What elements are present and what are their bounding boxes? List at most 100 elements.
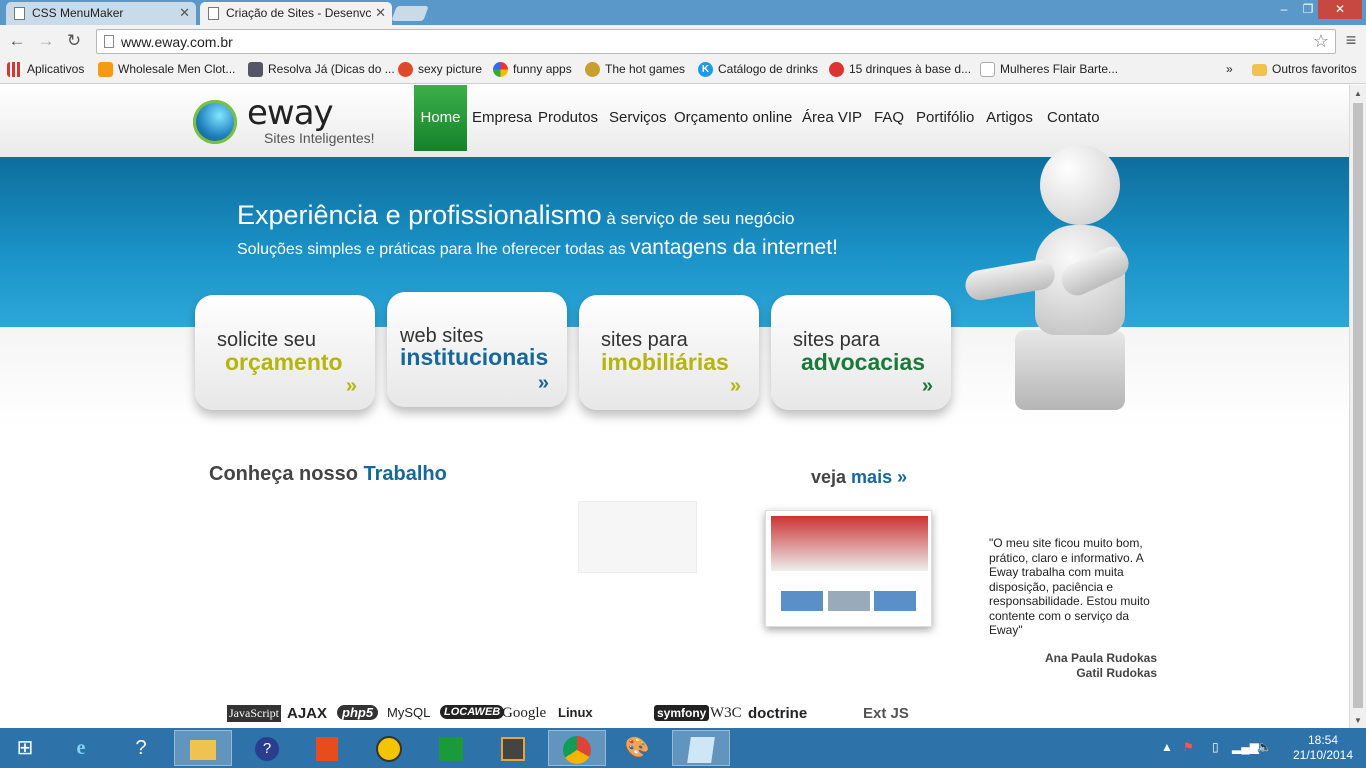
bookmarks-bar: Aplicativos Wholesale Men Clot... Resolv… bbox=[0, 58, 1366, 84]
bookmark-resolva[interactable]: Resolva Já (Dicas do ... bbox=[248, 62, 395, 77]
globe-app-icon[interactable] bbox=[360, 730, 418, 766]
bookmark-funny-apps[interactable]: funny apps bbox=[493, 62, 572, 77]
action-center-icon[interactable]: ⚑ bbox=[1183, 740, 1194, 754]
bookmark-apps[interactable]: Aplicativos bbox=[7, 62, 84, 77]
nav-empresa[interactable]: Empresa bbox=[472, 85, 532, 151]
bookmarks-overflow[interactable]: » bbox=[1208, 62, 1233, 76]
ajax-logo: AJAX bbox=[287, 705, 328, 722]
paint-icon[interactable]: 🎨 bbox=[608, 730, 666, 766]
scrollbar-thumb[interactable] bbox=[1353, 103, 1363, 708]
locaweb-logo: LOCAWEB bbox=[440, 705, 505, 719]
bookmark-label: Mulheres Flair Barte... bbox=[1000, 62, 1119, 76]
reload-icon[interactable]: ↻ bbox=[63, 30, 85, 52]
box-line2: institucionais bbox=[400, 344, 549, 370]
new-tab-button[interactable] bbox=[391, 6, 429, 21]
back-arrow-icon[interactable]: ← bbox=[6, 30, 28, 52]
sublime-text-icon[interactable] bbox=[484, 730, 542, 766]
apps-grid-icon bbox=[7, 62, 22, 77]
notes-icon[interactable] bbox=[672, 730, 730, 766]
page-icon bbox=[14, 7, 25, 20]
nav-produtos[interactable]: Produtos bbox=[538, 85, 598, 151]
url-text[interactable]: www.eway.com.br bbox=[121, 34, 233, 50]
address-bar[interactable]: www.eway.com.br ☆ bbox=[96, 29, 1336, 54]
forward-arrow-icon[interactable]: → bbox=[35, 30, 57, 52]
tray-expand-icon[interactable]: ▲ bbox=[1161, 740, 1173, 754]
tab-eway[interactable]: Criação de Sites - Desenvc ✕ bbox=[200, 2, 392, 25]
help-app-icon[interactable]: ? bbox=[238, 730, 296, 766]
bookmark-label: Wholesale Men Clot... bbox=[118, 62, 236, 76]
bookmark-15-drinques[interactable]: 15 drinques à base d... bbox=[829, 62, 972, 77]
box-web-sites-institucionais[interactable]: web sites institucionais » bbox=[387, 292, 567, 407]
bookmark-outros-favoritos[interactable]: Outros favoritos bbox=[1252, 62, 1357, 76]
double-arrow-icon: » bbox=[345, 375, 357, 397]
veja-mais-emph: mais bbox=[851, 467, 893, 487]
chrome-icon[interactable] bbox=[548, 730, 606, 766]
portfolio-thumbnail[interactable] bbox=[765, 510, 932, 627]
file-explorer-icon[interactable] bbox=[174, 730, 232, 766]
bookmark-sexy-picture[interactable]: sexy picture bbox=[398, 62, 482, 77]
scroll-up-icon[interactable]: ▲ bbox=[1354, 89, 1362, 98]
hero-subline-emph: vantagens da internet! bbox=[630, 236, 838, 259]
scroll-down-icon[interactable]: ▼ bbox=[1354, 716, 1362, 725]
bookmark-wholesale[interactable]: Wholesale Men Clot... bbox=[98, 62, 236, 77]
hero-subline-text: Soluções simples e práticas para lhe ofe… bbox=[237, 241, 631, 258]
battery-icon[interactable]: ▯ bbox=[1212, 740, 1219, 754]
close-window-button[interactable]: ✕ bbox=[1318, 0, 1362, 19]
box-line2: advocacias bbox=[801, 349, 926, 375]
folder-icon bbox=[1252, 64, 1267, 76]
3d-man-illustration bbox=[963, 140, 1145, 415]
veja-mais-link[interactable]: veja mais » bbox=[811, 467, 907, 488]
bookmark-hot-games[interactable]: The hot games bbox=[585, 62, 686, 77]
browser-tabstrip: CSS MenuMaker ✕ Criação de Sites - Desen… bbox=[0, 0, 1366, 25]
tab-close-icon[interactable]: ✕ bbox=[179, 5, 190, 21]
portfolio-thumbnail-faded[interactable] bbox=[578, 501, 697, 573]
site-header: eway Sites Inteligentes! Home Empresa Pr… bbox=[0, 85, 1349, 157]
chevron-right-icon: » bbox=[1226, 62, 1233, 76]
testimonial-author-block: Ana Paula Rudokas Gatil Rudokas bbox=[1000, 651, 1157, 681]
help-bell-icon[interactable]: ? bbox=[112, 730, 170, 766]
windows-store-icon[interactable] bbox=[422, 730, 480, 766]
nav-servicos[interactable]: Serviços bbox=[609, 85, 667, 151]
box-sites-imobiliarias[interactable]: sites para imobiliárias » bbox=[579, 295, 759, 410]
windows-start-icon[interactable]: ⊞ bbox=[0, 730, 50, 766]
bookmark-label: Catálogo de drinks bbox=[718, 62, 819, 76]
k-icon: K bbox=[698, 62, 713, 77]
box-line2: orçamento bbox=[225, 349, 343, 375]
symfony-logo: symfony bbox=[654, 705, 710, 721]
maximize-button[interactable]: ❐ bbox=[1298, 0, 1318, 19]
logo-tagline: Sites Inteligentes! bbox=[264, 130, 375, 146]
taskbar-clock[interactable]: 18:54 21/10/2014 bbox=[1288, 733, 1358, 763]
box-sites-advocacias[interactable]: sites para advocacias » bbox=[771, 295, 951, 410]
bookmark-catalogo-drinks[interactable]: K Catálogo de drinks bbox=[698, 62, 819, 77]
work-title-emph: Trabalho bbox=[363, 463, 447, 485]
work-title-text: Conheça nosso bbox=[209, 463, 364, 485]
nav-faq[interactable]: FAQ bbox=[873, 85, 905, 151]
volume-icon[interactable]: 🔈 bbox=[1257, 740, 1272, 754]
eway-logo-globe-icon[interactable] bbox=[193, 100, 237, 144]
page-viewport: eway Sites Inteligentes! Home Empresa Pr… bbox=[0, 85, 1349, 728]
box-solicite-orcamento[interactable]: solicite seu orçamento » bbox=[195, 295, 375, 410]
logo-text[interactable]: eway bbox=[247, 93, 334, 133]
windows-taskbar: ⊞ e ? ? 🎨 ▲ ⚑ ▯ ▂▄▆ 🔈 18:54 21/10/2014 bbox=[0, 728, 1366, 768]
office-icon[interactable] bbox=[298, 730, 356, 766]
bookmark-mulheres-flair[interactable]: Mulheres Flair Barte... bbox=[980, 62, 1119, 77]
tab-close-icon[interactable]: ✕ bbox=[375, 5, 386, 21]
signal-icon[interactable]: ▂▄▆ bbox=[1232, 740, 1259, 754]
bookmark-label: The hot games bbox=[605, 62, 686, 76]
double-arrow-icon: » bbox=[921, 375, 933, 397]
nav-area-vip[interactable]: Área VIP bbox=[802, 85, 862, 151]
hero-subline: Soluções simples e práticas para lhe ofe… bbox=[237, 236, 838, 260]
minimize-button[interactable]: – bbox=[1270, 0, 1298, 19]
php-logo: php5 bbox=[337, 705, 379, 720]
page-icon bbox=[208, 7, 219, 20]
bookmark-label: 15 drinques à base d... bbox=[849, 62, 972, 76]
tab-css-menumaker[interactable]: CSS MenuMaker ✕ bbox=[6, 2, 196, 25]
page-scrollbar[interactable]: ▲ ▼ bbox=[1349, 85, 1366, 728]
work-section-title: Conheça nosso Trabalho bbox=[209, 463, 447, 486]
nav-orcamento-online[interactable]: Orçamento online bbox=[674, 85, 792, 151]
ie-icon[interactable]: e bbox=[52, 730, 110, 766]
bookmark-star-icon[interactable]: ☆ bbox=[1313, 31, 1329, 52]
nav-home[interactable]: Home bbox=[414, 85, 467, 151]
bookmark-label: Outros favoritos bbox=[1272, 62, 1357, 76]
chrome-menu-icon[interactable]: ≡ bbox=[1342, 30, 1360, 52]
